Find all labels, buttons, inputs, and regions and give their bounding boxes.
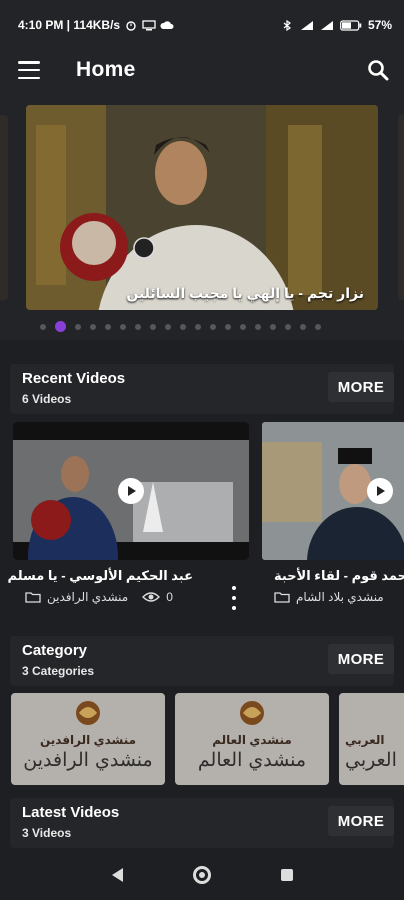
slider-dot[interactable] xyxy=(135,323,141,330)
slider-dots xyxy=(40,321,321,332)
slide-peek-prev[interactable] xyxy=(0,115,8,300)
video-meta: منشدي بلاد الشام xyxy=(274,590,384,604)
video-title: محمد قوم - لقاء الأحبة xyxy=(274,568,404,583)
section-subtitle: 6 Videos xyxy=(22,392,72,406)
cloud-icon xyxy=(160,20,174,29)
category-logo-icon xyxy=(240,701,264,725)
slider-dot[interactable] xyxy=(315,323,321,330)
slide-caption: نزار تجم - يا إلهي يا مجيب السائلين xyxy=(126,285,364,301)
system-navigation-bar xyxy=(0,850,404,900)
category-logo-icon xyxy=(76,701,100,725)
video-card[interactable]: عبد الحكيم الألوسي - يا مسلم منشدي الراف… xyxy=(8,422,249,612)
play-icon xyxy=(377,486,385,496)
slider-dot[interactable] xyxy=(55,321,66,332)
status-time: 4:10 PM | 114KB/s xyxy=(18,18,121,32)
video-views: 0 xyxy=(166,590,173,604)
slider-dot[interactable] xyxy=(210,323,216,330)
slider-dot[interactable] xyxy=(105,323,111,330)
category-label-small: منشدي العالم xyxy=(212,733,292,747)
back-icon[interactable] xyxy=(111,868,123,882)
section-subtitle: 3 Videos xyxy=(22,826,72,840)
slider-dot[interactable] xyxy=(300,323,306,330)
category-label-small: منشدي الرافدين xyxy=(39,733,137,747)
signal-icon-2 xyxy=(320,20,333,30)
video-title: عبد الحكيم الألوسي - يا مسلم xyxy=(7,568,194,583)
video-thumbnail[interactable] xyxy=(262,422,404,560)
more-button[interactable]: MORE xyxy=(328,644,394,674)
alarm-icon xyxy=(126,20,136,31)
more-button[interactable]: MORE xyxy=(328,372,394,402)
more-options-icon[interactable] xyxy=(229,586,239,610)
category-card[interactable]: منشدي العالم منشدي العالم xyxy=(175,693,329,785)
slider-dot[interactable] xyxy=(165,323,171,330)
status-right: 57% xyxy=(280,18,392,32)
video-meta: منشدي الرافدين 0 xyxy=(25,590,173,604)
category-label-large: منشدي العالم xyxy=(197,749,307,771)
section-subtitle: 3 Categories xyxy=(22,664,95,678)
eye-icon xyxy=(142,592,161,602)
status-left: 4:10 PM | 114KB/s xyxy=(18,18,174,32)
more-button[interactable]: MORE xyxy=(328,806,394,836)
latest-videos-header: Latest Videos 3 Videos MORE xyxy=(10,798,394,848)
slider-dot[interactable] xyxy=(240,323,246,330)
bluetooth-icon xyxy=(283,19,291,31)
category-label-large: منشدي الرافدين xyxy=(23,749,153,771)
home-icon[interactable] xyxy=(192,866,211,884)
slider-dot[interactable] xyxy=(225,323,231,330)
slider-dot[interactable] xyxy=(150,323,156,330)
play-icon xyxy=(128,486,136,496)
page-title: Home xyxy=(76,58,136,81)
battery-icon xyxy=(340,19,362,31)
featured-slide[interactable]: نزار تجم - يا إلهي يا مجيب السائلين xyxy=(26,105,378,310)
featured-slide-image xyxy=(26,105,378,310)
category-label-small: العربي xyxy=(345,733,385,747)
video-card[interactable]: محمد قوم - لقاء الأحبة منشدي بلاد الشام xyxy=(262,422,404,612)
recent-apps-icon[interactable] xyxy=(280,869,293,881)
slider-dot[interactable] xyxy=(255,323,261,330)
hamburger-menu-icon[interactable] xyxy=(18,61,40,79)
category-label-large: العربي xyxy=(345,749,397,771)
folder-icon xyxy=(274,592,290,603)
play-button[interactable] xyxy=(367,478,393,504)
category-card[interactable]: العربي العربي xyxy=(339,693,404,785)
section-title: Category xyxy=(22,642,88,659)
folder-icon xyxy=(25,592,41,603)
slider-dot[interactable] xyxy=(270,323,276,330)
slider-dot[interactable] xyxy=(195,323,201,330)
screen-cast-icon xyxy=(142,19,156,30)
category-header: Category 3 Categories MORE xyxy=(10,636,394,686)
slider-dot[interactable] xyxy=(120,323,126,330)
slider-dot[interactable] xyxy=(285,323,291,330)
video-thumbnail[interactable] xyxy=(13,422,249,560)
signal-icon xyxy=(300,20,313,30)
search-icon[interactable] xyxy=(366,58,390,82)
slider-dot[interactable] xyxy=(180,323,186,330)
slider-dot[interactable] xyxy=(75,323,81,330)
app-bar: Home xyxy=(0,50,404,90)
play-button[interactable] xyxy=(118,478,144,504)
battery-percent: 57% xyxy=(367,18,392,32)
section-title: Recent Videos xyxy=(22,370,126,387)
video-category: منشدي الرافدين xyxy=(47,590,129,604)
category-card[interactable]: منشدي الرافدين منشدي الرافدين xyxy=(11,693,165,785)
video-category: منشدي بلاد الشام xyxy=(296,590,384,604)
slider-dot[interactable] xyxy=(90,323,96,330)
slider-dot[interactable] xyxy=(40,323,46,330)
slide-peek-next[interactable] xyxy=(398,115,404,300)
section-title: Latest Videos xyxy=(22,804,120,821)
recent-videos-header: Recent Videos 6 Videos MORE xyxy=(10,364,394,414)
status-bar: 4:10 PM | 114KB/s 57% xyxy=(0,0,404,50)
